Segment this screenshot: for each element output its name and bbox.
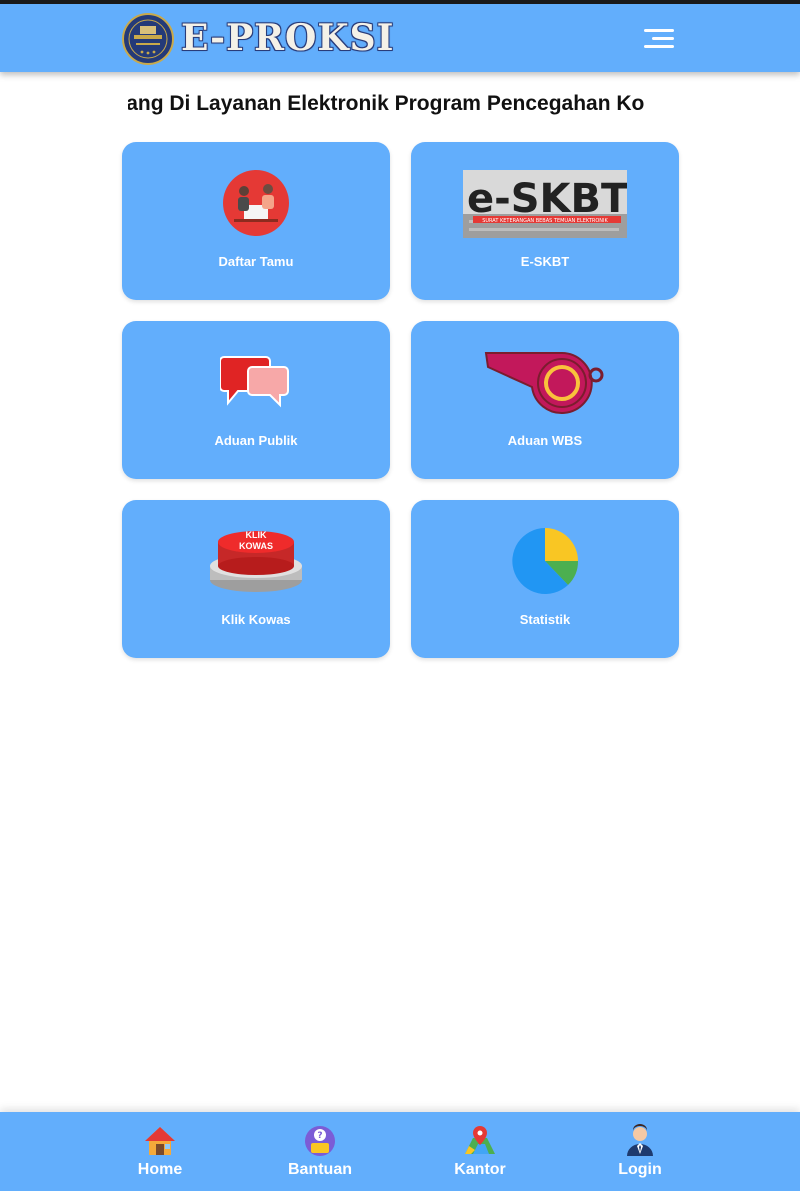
nav-label: Kantor — [454, 1161, 506, 1178]
tile-label: Aduan WBS — [507, 433, 583, 448]
tile-daftar-tamu[interactable]: Daftar Tamu — [122, 142, 390, 300]
hamburger-menu-icon[interactable] — [640, 24, 676, 54]
kowas-text: KOWAS — [239, 541, 273, 551]
nav-label: Bantuan — [288, 1161, 352, 1178]
tile-statistik[interactable]: Statistik — [411, 500, 679, 658]
e-skbt-banner-icon: e-SKBT SURAT KETERANGAN BEBAS TEMUAN ELE… — [463, 170, 627, 238]
help-icon: ? — [305, 1126, 335, 1156]
nav-login[interactable]: Login — [580, 1112, 700, 1191]
nav-bantuan[interactable]: ? Bantuan — [260, 1112, 380, 1191]
tile-aduan-publik[interactable]: Aduan Publik — [122, 321, 390, 479]
welcome-text: Selamat Datang Di Layanan Elektronik Pro… — [128, 92, 645, 115]
nav-kantor[interactable]: Kantor — [420, 1112, 540, 1191]
app-title: E-PROKSI — [181, 17, 395, 59]
nav-label: Login — [618, 1161, 662, 1178]
emblem-logo-icon[interactable] — [122, 13, 174, 65]
user-icon — [627, 1124, 653, 1156]
tile-e-skbt[interactable]: e-SKBT SURAT KETERANGAN BEBAS TEMUAN ELE… — [411, 142, 679, 300]
map-location-icon — [465, 1126, 495, 1154]
home-icon — [145, 1127, 175, 1155]
whistle-icon — [484, 352, 604, 414]
nav-home[interactable]: Home — [100, 1112, 220, 1191]
tile-label: Aduan Publik — [214, 433, 298, 448]
svg-text:?: ? — [317, 1131, 322, 1141]
app-header: E-PROKSI — [0, 4, 800, 72]
tile-label: Klik Kowas — [221, 612, 291, 627]
tile-label: Daftar Tamu — [218, 254, 294, 269]
e-letter: e-SKBT — [467, 176, 627, 222]
tile-label: E-SKBT — [520, 254, 570, 269]
e-skbt-subtext: SURAT KETERANGAN BEBAS TEMUAN ELEKTRONIK — [482, 218, 608, 224]
welcome-marquee: Selamat Datang Di Layanan Elektronik Pro… — [128, 90, 680, 122]
pie-chart-icon — [512, 528, 579, 594]
tile-aduan-wbs[interactable]: Aduan WBS — [411, 321, 679, 479]
nav-label: Home — [137, 1161, 183, 1178]
red-button-icon: KLIK KOWAS — [210, 530, 302, 592]
chat-bubbles-icon — [220, 356, 289, 408]
klik-text: KLIK — [246, 530, 267, 540]
bottom-navigation: Home ? Bantuan Kantor Login — [0, 1112, 800, 1191]
tile-klik-kowas[interactable]: KLIK KOWAS Klik Kowas — [122, 500, 390, 658]
guest-meeting-icon — [223, 170, 289, 236]
tile-label: Statistik — [519, 612, 571, 627]
